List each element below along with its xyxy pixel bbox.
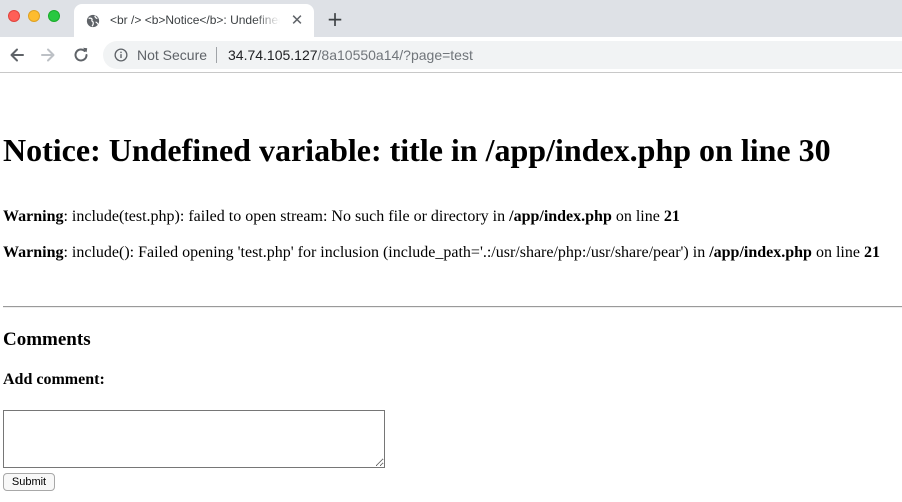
window-minimize-button[interactable] [28,10,40,22]
warning-line-number: 21 [663,208,680,225]
warning-message: : include(): Failed opening 'test.php' f… [63,244,710,261]
warning-line-number: 21 [863,244,880,261]
divider [3,306,902,308]
warning-label: Warning [3,244,64,261]
warning-message: : include(test.php): failed to open stre… [63,208,510,225]
tab-close-icon[interactable]: ✕ [290,13,304,28]
forward-arrow-icon[interactable] [38,45,58,65]
page-content: Notice: Undefined variable: title in /ap… [0,74,902,502]
back-arrow-icon[interactable] [7,45,27,65]
new-tab-button[interactable]: + [324,8,346,30]
url-text[interactable]: 34.74.105.127/8a10550a14/?page=test [228,47,473,63]
globe-icon [86,14,100,28]
security-status[interactable]: Not Secure [137,47,207,63]
window-close-button[interactable] [8,10,20,22]
warning-label: Warning [3,208,64,225]
url-host: 34.74.105.127 [228,47,318,63]
php-warning: Warning: include(test.php): failed to op… [3,207,680,227]
info-icon[interactable] [114,48,128,62]
address-bar[interactable]: Not Secure 34.74.105.127/8a10550a14/?pag… [103,41,902,69]
browser-toolbar: Not Secure 34.74.105.127/8a10550a14/?pag… [0,37,902,73]
reload-icon[interactable] [71,45,91,65]
warning-file: /app/index.php [709,244,812,261]
submit-button[interactable]: Submit [3,473,55,491]
tab-title: <br /> <b>Notice</b>: Undefined variable… [110,13,280,27]
warning-on-line: on line [611,208,664,225]
tab-strip: <br /> <b>Notice</b>: Undefined variable… [0,0,902,37]
browser-tab[interactable]: <br /> <b>Notice</b>: Undefined variable… [74,4,314,37]
add-comment-label: Add comment: [3,371,105,388]
comment-textarea[interactable] [3,410,385,468]
comments-heading: Comments [3,329,91,350]
warning-on-line: on line [811,244,864,261]
page-title: Notice: Undefined variable: title in /ap… [3,132,831,168]
omnibox-separator [216,47,217,63]
warning-file: /app/index.php [509,208,612,225]
php-warning: Warning: include(): Failed opening 'test… [3,243,880,263]
url-path: /8a10550a14/?page=test [317,47,473,63]
window-maximize-button[interactable] [48,10,60,22]
